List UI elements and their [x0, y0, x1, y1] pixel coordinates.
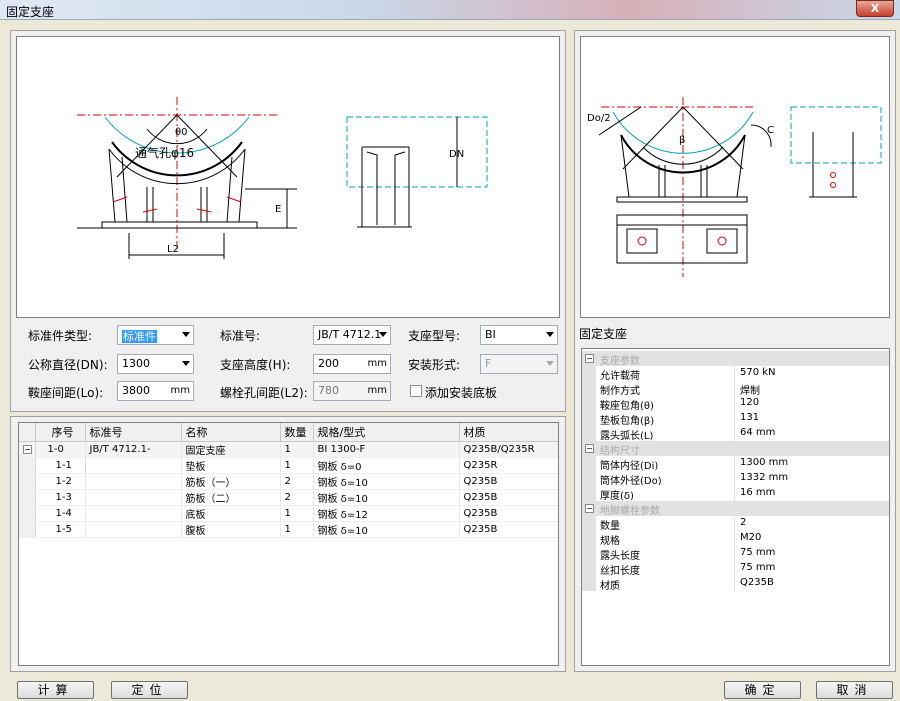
- prop-row[interactable]: 厚度(δ) 16 mm: [582, 486, 889, 502]
- table-row[interactable]: 1-4 底板 1 钢板 δ=12 Q235B: [19, 505, 558, 522]
- prop-row[interactable]: 规格 M20: [582, 531, 889, 547]
- table-row[interactable]: 1-2 筋板（一） 2 钢板 δ=10 Q235B: [19, 473, 558, 490]
- parts-table: 序号 标准号 名称 数量 规格/型式 材质 − 1-0 JB/T 4712.1-…: [18, 422, 559, 666]
- col-qty: 数量: [280, 423, 314, 442]
- do2-label: Do/2: [587, 113, 611, 124]
- close-button[interactable]: X: [856, 0, 894, 17]
- support-type-label: 支座型号:: [408, 329, 461, 343]
- angle-label: θ0: [175, 127, 187, 138]
- vent-label: 通气孔φ16: [135, 145, 194, 160]
- e-label: E: [275, 204, 281, 215]
- spacing-input[interactable]: 3800 mm: [117, 381, 194, 401]
- c-label: C: [767, 125, 774, 136]
- col-std: 标准号: [85, 423, 182, 442]
- table-row[interactable]: 1-3 筋板（二） 2 钢板 δ=10 Q235B: [19, 489, 558, 506]
- prop-row[interactable]: 筒体外径(Do) 1332 mm: [582, 471, 889, 487]
- main-drawing: 通气孔φ16 θ0 L2 E DN: [16, 36, 560, 318]
- col-name: 名称: [181, 423, 281, 442]
- prop-group-support[interactable]: − 支座参数: [582, 351, 889, 367]
- col-spec: 规格/型式: [313, 423, 460, 442]
- table-row[interactable]: 1-1 垫板 1 钢板 δ=0 Q235R: [19, 457, 558, 474]
- add-base-label: 添加安装底板: [425, 386, 498, 400]
- prop-row[interactable]: 垫板包角(β) 131: [582, 411, 889, 427]
- dn-label: DN: [449, 149, 464, 160]
- prop-row[interactable]: 制作方式 焊制: [582, 381, 889, 397]
- support-drawing: 通气孔φ16 θ0 L2 E DN: [77, 97, 488, 259]
- ok-button[interactable]: 确定: [724, 681, 801, 699]
- col-no: 序号: [35, 423, 86, 442]
- prop-row[interactable]: 筒体内径(Di) 1300 mm: [582, 456, 889, 472]
- table-row[interactable]: − 1-0 JB/T 4712.1- 固定支座 1 BI 1300-F Q235…: [19, 441, 558, 458]
- std-no-select[interactable]: JB/T 4712.1: [313, 325, 391, 345]
- dn-label: 公称直径(DN):: [28, 358, 108, 372]
- cancel-button[interactable]: 取消: [816, 681, 893, 699]
- bolt-spacing-label: 螺栓孔间距(L2):: [220, 386, 308, 400]
- collapse-icon[interactable]: −: [19, 441, 36, 458]
- window-title: 固定支座: [6, 5, 55, 19]
- property-grid: − 支座参数 允许载荷 570 kN 制作方式 焊制 鞍座包角(θ) 120 垫板包角(…: [581, 348, 890, 666]
- beta-label: β: [679, 135, 685, 146]
- prop-row[interactable]: 允许载荷 570 kN: [582, 366, 889, 382]
- l2-label: L2: [167, 244, 179, 255]
- spacing-label: 鞍座间距(Lo):: [28, 386, 104, 400]
- prop-row[interactable]: 丝扣长度 75 mm: [582, 561, 889, 577]
- std-type-select[interactable]: 标准件: [117, 325, 194, 345]
- prop-row[interactable]: 鞍座包角(θ) 120: [582, 396, 889, 412]
- add-base-checkbox[interactable]: [410, 385, 422, 397]
- support-type-select[interactable]: BI: [480, 325, 558, 345]
- height-input[interactable]: 200 mm: [313, 354, 391, 374]
- install-select[interactable]: F: [480, 354, 558, 374]
- properties-title: 固定支座: [579, 327, 628, 341]
- prop-row[interactable]: 露头长度 75 mm: [582, 546, 889, 562]
- prop-row[interactable]: 露头弧长(L) 64 mm: [582, 426, 889, 442]
- prop-row[interactable]: 材质 Q235B: [582, 576, 889, 592]
- height-label: 支座高度(H):: [220, 358, 291, 372]
- std-no-label: 标准号:: [220, 329, 261, 343]
- detail-drawing: Do/2 β C: [580, 36, 890, 318]
- prop-group-bolts[interactable]: − 地脚螺栓参数: [582, 501, 889, 517]
- detail-svg: Do/2 β C: [587, 97, 882, 277]
- calc-button[interactable]: 计算: [17, 681, 94, 699]
- install-label: 安装形式:: [408, 358, 461, 372]
- col-mat: 材质: [459, 423, 558, 442]
- bolt-spacing-input[interactable]: 780 mm: [313, 381, 391, 401]
- locate-button[interactable]: 定位: [111, 681, 188, 699]
- title-bar: 固定支座 X: [0, 0, 900, 20]
- std-type-label: 标准件类型:: [28, 329, 93, 343]
- prop-row[interactable]: 数量 2: [582, 516, 889, 532]
- dn-select[interactable]: 1300: [117, 354, 194, 374]
- table-row[interactable]: 1-5 腹板 1 钢板 δ=10 Q235B: [19, 521, 558, 538]
- prop-group-structure[interactable]: − 结构尺寸: [582, 441, 889, 457]
